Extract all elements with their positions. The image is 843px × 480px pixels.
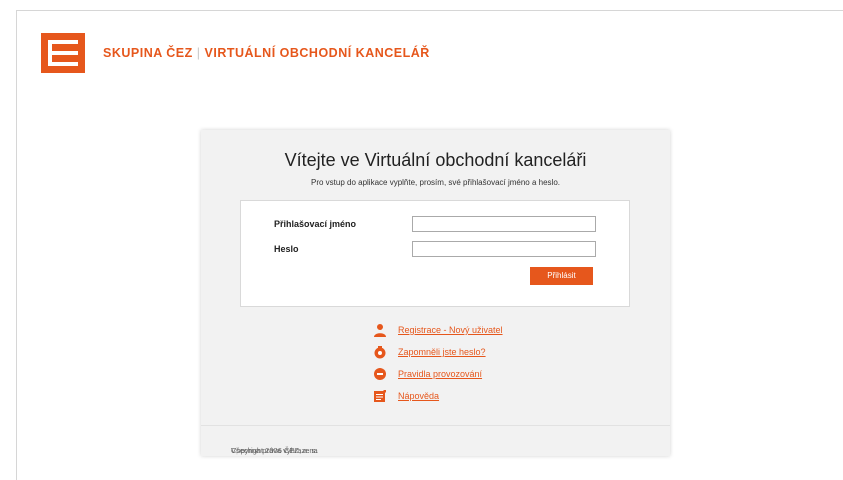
brand-separator: |: [196, 46, 201, 60]
lock-icon: [374, 346, 386, 359]
help-link[interactable]: Nápověda: [398, 391, 439, 401]
footer: Copyright 2006 ČEZ, a. s. | Všechna práva …: [201, 425, 670, 456]
username-label: Přihlašovací jméno: [274, 219, 357, 229]
brand-title: SKUPINA ČEZ | VIRTUÁLNÍ OBCHODNÍ KANCELÁŘ: [103, 46, 430, 60]
username-input[interactable]: [412, 216, 596, 232]
login-form: Přihlašovací jméno Heslo Přihlásit: [240, 200, 630, 307]
password-label: Heslo: [274, 244, 299, 254]
user-icon: [374, 324, 386, 337]
brand-name: SKUPINA ČEZ: [103, 46, 193, 60]
brand-subtitle: VIRTUÁLNÍ OBCHODNÍ KANCELÁŘ: [204, 46, 430, 60]
forgot-password-link[interactable]: Zapomněli jste heslo?: [398, 347, 486, 357]
registration-link[interactable]: Registrace - Nový uživatel: [398, 325, 503, 335]
help-icon: [374, 390, 386, 402]
login-instructions: Pro vstup do aplikace vyplňte, prosím, s…: [310, 178, 560, 187]
login-panel: Vítejte ve Virtuální obchodní kanceláři …: [201, 130, 670, 456]
login-button[interactable]: Přihlásit: [530, 267, 593, 285]
rules-icon: [374, 368, 386, 380]
rules-link[interactable]: Pravidla provozování: [398, 369, 482, 379]
cez-logo-icon: [41, 33, 85, 73]
page-title: Vítejte ve Virtuální obchodní kanceláři: [284, 150, 587, 170]
rights-text: Všechna práva vyhrazena: [231, 446, 318, 455]
password-input[interactable]: [412, 241, 596, 257]
